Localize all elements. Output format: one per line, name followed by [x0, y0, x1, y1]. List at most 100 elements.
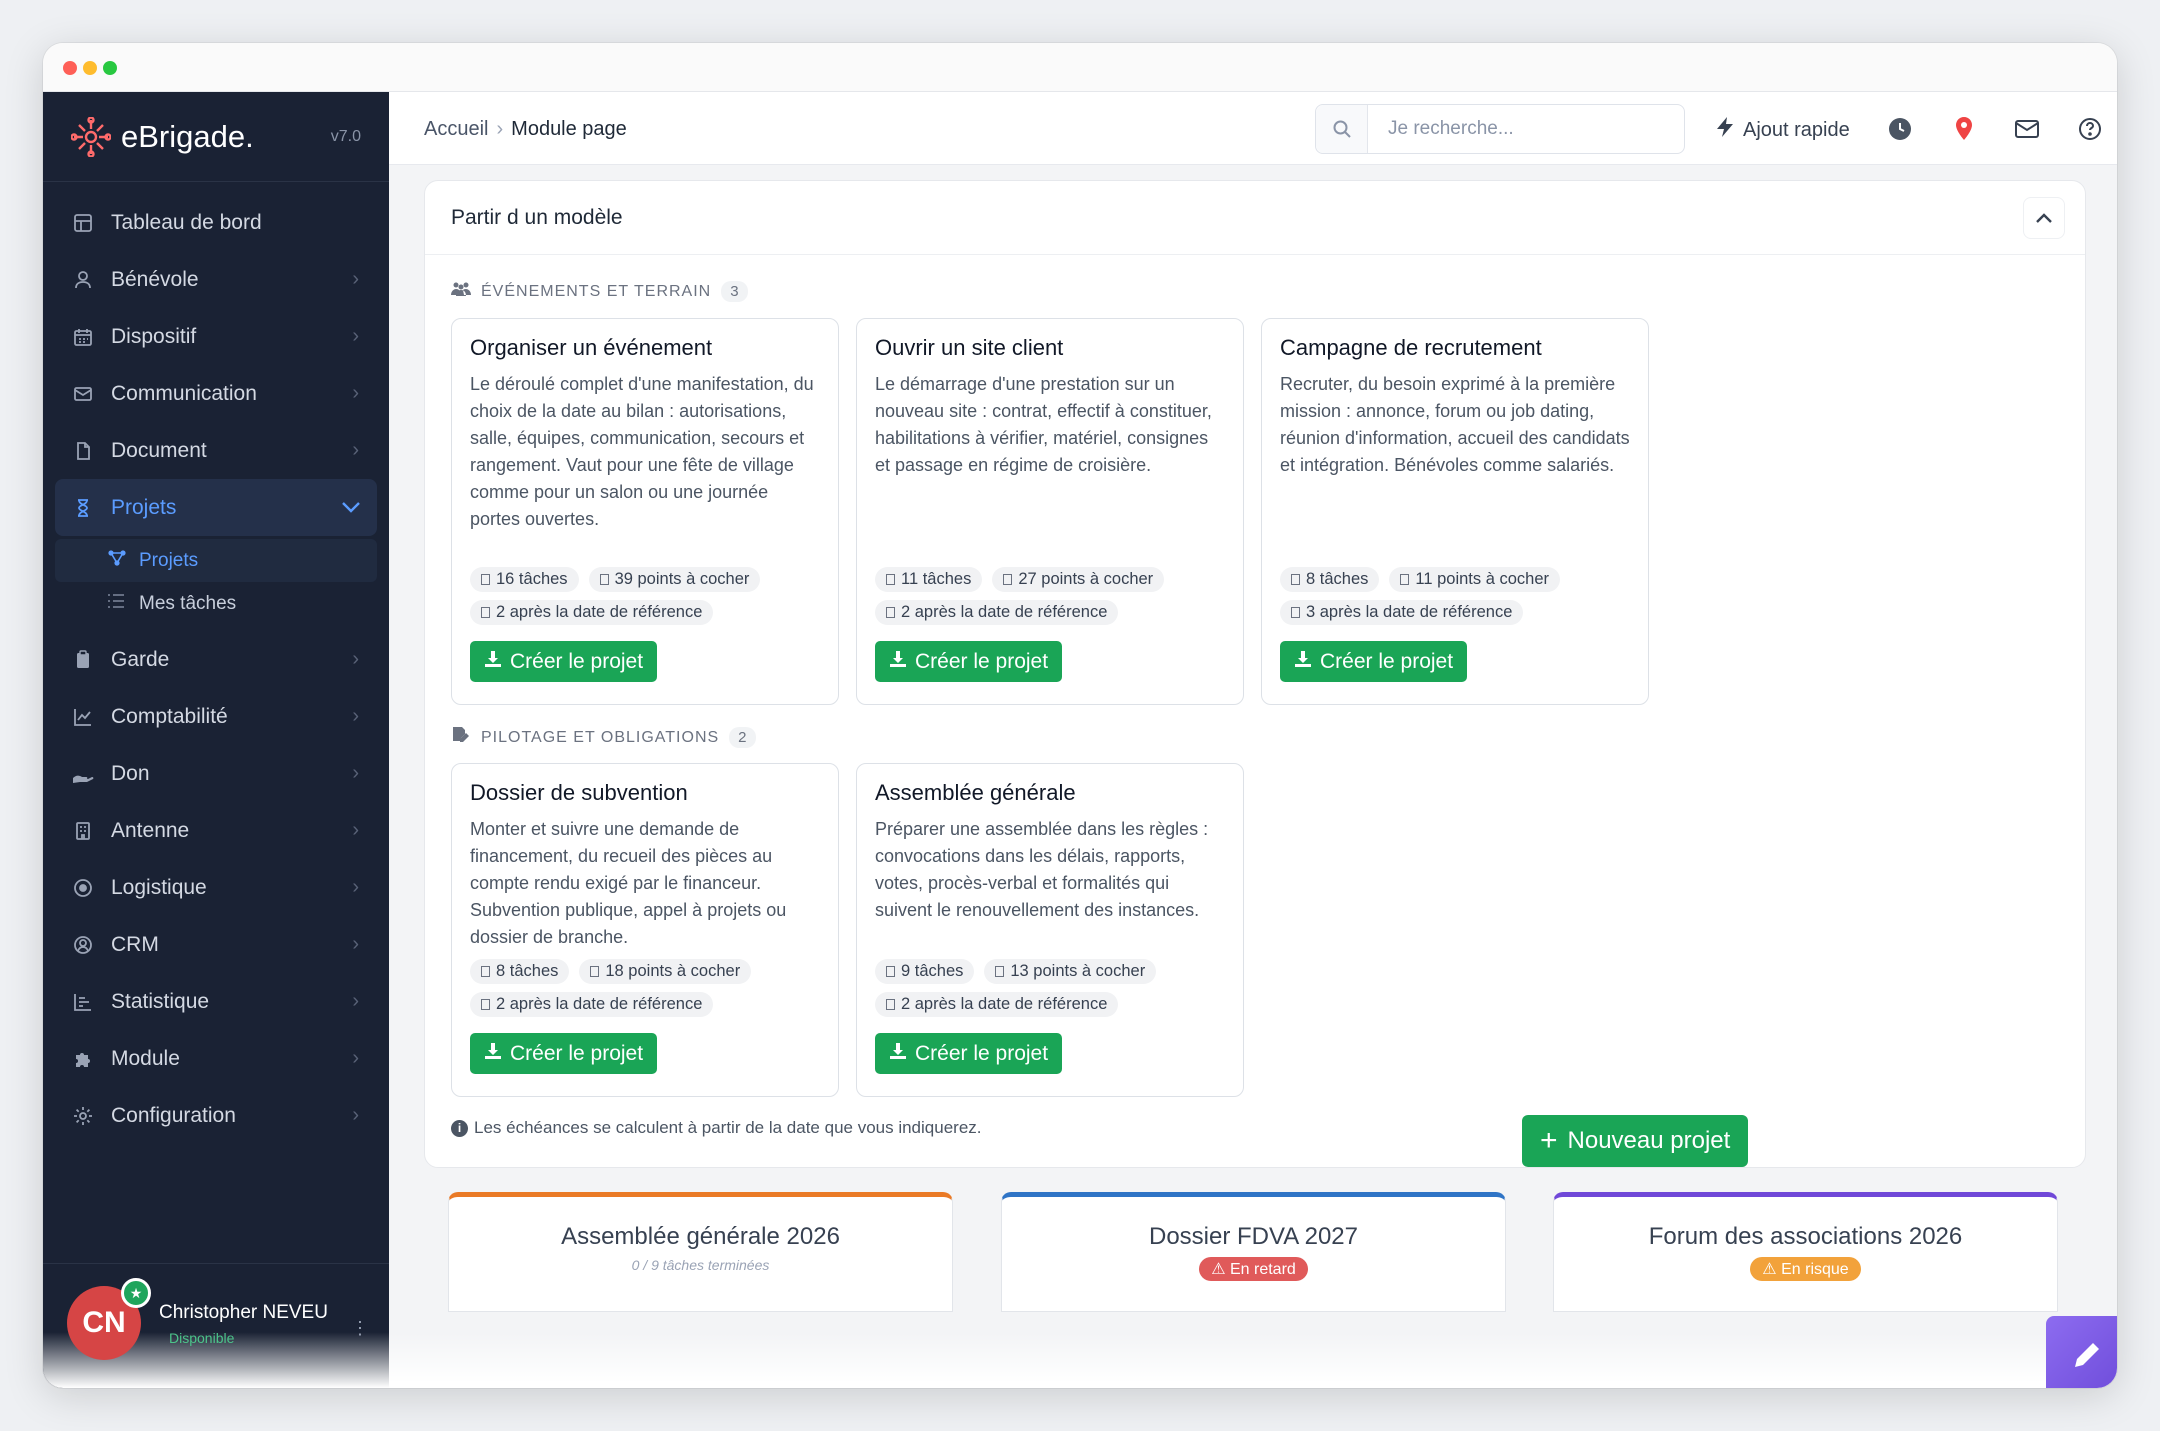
new-project-button[interactable]: + Nouveau projet [1522, 1115, 1749, 1167]
info-icon: i [451, 1119, 468, 1137]
chip-label: 8 tâches [496, 962, 559, 980]
section-evenements: ÉVÉNEMENTS ET TERRAIN 3 [451, 281, 748, 302]
collapse-button[interactable] [2023, 197, 2065, 239]
card-stats: 8 tâches 11 points à cocher 3 après la d… [1280, 567, 1630, 625]
card-description: Recruter, du besoin exprimé à la premièr… [1280, 374, 1630, 475]
create-project-button[interactable]: Créer le projet [875, 641, 1063, 682]
search-input[interactable] [1368, 105, 1684, 153]
sidebar-item-antenne[interactable]: Antenne › [43, 802, 389, 859]
user-name: Christopher NEVEU [159, 1302, 328, 1323]
chevron-right-icon: › [352, 268, 359, 290]
sidebar-item-document[interactable]: Document › [43, 422, 389, 479]
chip-label: 2 après la date de référence [496, 603, 703, 621]
after-date-chip: 3 après la date de référence [1280, 600, 1524, 625]
sidebar-item-projets[interactable]: Projets [55, 479, 377, 536]
sidebar-item-comptabilite[interactable]: Comptabilité › [43, 688, 389, 745]
sidebar-item-configuration[interactable]: Configuration › [43, 1087, 389, 1144]
help-circle-icon[interactable] [2075, 114, 2105, 144]
quick-add-label: Ajout rapide [1743, 118, 1850, 141]
checkbox-icon [1400, 574, 1410, 585]
sidebar-item-don[interactable]: Don › [43, 745, 389, 802]
sidebar-item-label: Bénévole [111, 267, 199, 291]
sidebar-item-statistique[interactable]: Statistique › [43, 973, 389, 1030]
sidebar-subitem-mes-taches[interactable]: Mes tâches [55, 582, 377, 625]
envelope-icon[interactable] [2012, 114, 2042, 144]
chevron-right-icon: › [352, 933, 359, 955]
search-box [1315, 104, 1685, 154]
project-card[interactable]: Forum des associations 2026 ⚠ En risque [1553, 1192, 2058, 1312]
sidebar-item-dispositif[interactable]: Dispositif › [43, 308, 389, 365]
task-list-icon [107, 593, 129, 614]
project-card[interactable]: Dossier FDVA 2027 ⚠ En retard [1001, 1192, 1506, 1312]
button-label: Créer le projet [915, 649, 1049, 673]
chevron-right-icon: › [352, 1047, 359, 1069]
card-stats: 8 tâches 18 points à cocher 2 après la d… [470, 959, 820, 1017]
button-label: Créer le projet [1320, 649, 1454, 673]
topbar: Accueil › Module page Ajout rapide [389, 92, 2117, 165]
building-icon [71, 819, 95, 843]
sidebar-item-module[interactable]: Module › [43, 1030, 389, 1087]
bar-list-icon [71, 990, 95, 1014]
project-card[interactable]: Assemblée générale 2026 0 / 9 tâches ter… [448, 1192, 953, 1312]
chevron-right-icon: › [352, 990, 359, 1012]
tasks-chip: 16 tâches [470, 567, 579, 592]
lightning-icon [1715, 116, 1735, 144]
sidebar: eBrigade. v7.0 Tableau de bord Bénévole … [43, 92, 389, 1388]
card-description: Le démarrage d'une prestation sur un nou… [875, 374, 1212, 475]
create-project-button[interactable]: Créer le projet [875, 1033, 1063, 1074]
sidebar-item-label: Projets [111, 495, 177, 519]
chevron-right-icon: › [352, 819, 359, 841]
checkbox-icon [1003, 574, 1013, 585]
map-pin-icon[interactable] [1949, 114, 1979, 144]
chevron-down-icon [341, 496, 361, 519]
sidebar-subitem-projets[interactable]: Projets [55, 539, 377, 582]
brand-name: eBrigade. [121, 118, 254, 154]
sidebar-item-label: Comptabilité [111, 704, 228, 728]
section-label: ÉVÉNEMENTS ET TERRAIN [481, 282, 712, 300]
breadcrumb-home[interactable]: Accueil [424, 118, 488, 140]
panel-header[interactable]: Partir d un modèle [425, 181, 2085, 255]
after-date-chip: 2 après la date de référence [470, 600, 714, 625]
sidebar-item-benevole[interactable]: Bénévole › [43, 251, 389, 308]
download-icon [889, 1042, 907, 1066]
breadcrumb: Accueil › Module page [424, 118, 627, 141]
search-icon[interactable] [1316, 105, 1368, 153]
section-label: PILOTAGE ET OBLIGATIONS [481, 728, 720, 746]
chevron-right-icon: › [352, 648, 359, 670]
chart-line-icon [71, 705, 95, 729]
chip-label: 3 après la date de référence [1306, 603, 1513, 621]
sidebar-item-crm[interactable]: CRM › [43, 916, 389, 973]
section-count: 3 [721, 281, 748, 302]
card-stats: 16 tâches 39 points à cocher 2 après la … [470, 567, 820, 625]
user-profile[interactable]: CN ★ Christopher NEVEU Disponible ⋮ [43, 1263, 389, 1388]
sidebar-item-communication[interactable]: Communication › [43, 365, 389, 422]
clock-icon[interactable] [1885, 114, 1915, 144]
button-label: Nouveau projet [1567, 1127, 1731, 1154]
create-project-button[interactable]: Créer le projet [1280, 641, 1468, 682]
user-circle-icon [71, 933, 95, 957]
status-badge: ⚠ En risque [1750, 1257, 1861, 1281]
project-title: Forum des associations 2026 [1648, 1223, 1963, 1250]
card-stats: 9 tâches 13 points à cocher 2 après la d… [875, 959, 1225, 1017]
ebrigade-logo-icon [71, 116, 111, 157]
maximize-window-button[interactable] [103, 61, 117, 75]
minimize-window-button[interactable] [83, 61, 97, 75]
more-vertical-icon[interactable]: ⋮ [351, 1318, 369, 1339]
section-count: 2 [729, 727, 756, 748]
card-title: Dossier de subvention [470, 780, 688, 805]
sidebar-item-tableau-de-bord[interactable]: Tableau de bord [43, 194, 389, 251]
sidebar-item-garde[interactable]: Garde › [43, 631, 389, 688]
close-window-button[interactable] [63, 61, 77, 75]
breadcrumb-separator: › [496, 118, 504, 140]
edit-fab-button[interactable] [2046, 1316, 2117, 1388]
create-project-button[interactable]: Créer le projet [470, 641, 658, 682]
chip-label: 11 tâches [901, 570, 972, 588]
checkbox-icon [886, 966, 895, 977]
points-chip: 39 points à cocher [588, 567, 761, 592]
brand[interactable]: eBrigade. v7.0 [43, 92, 389, 182]
create-project-button[interactable]: Créer le projet [470, 1033, 658, 1074]
sidebar-item-label: Garde [111, 647, 170, 671]
quick-add-button[interactable]: Ajout rapide [1715, 116, 1850, 144]
checkbox-icon [481, 999, 490, 1010]
sidebar-item-logistique[interactable]: Logistique › [43, 859, 389, 916]
